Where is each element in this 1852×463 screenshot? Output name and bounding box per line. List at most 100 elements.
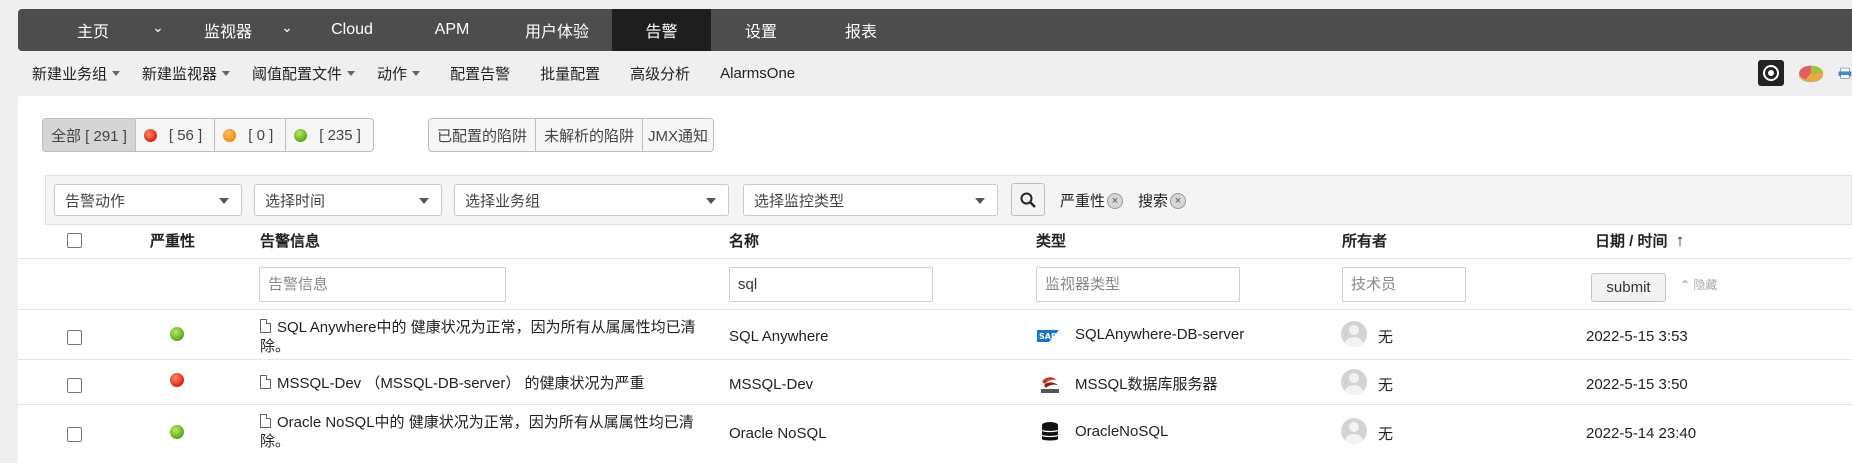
nav-monitors-chevron-down-icon[interactable]: ⌄	[272, 9, 302, 51]
monitor-type-select[interactable]: 选择监控类型	[743, 184, 998, 216]
table-row[interactable]: SQL Anywhere中的 健康状况为正常，因为所有从属属性均已清 除。 SQ…	[18, 309, 1852, 359]
nav-settings[interactable]: 设置	[711, 9, 811, 51]
monitor-name-link[interactable]: MSSQL-Dev	[729, 376, 813, 393]
remove-search-icon[interactable]: ×	[1170, 192, 1187, 209]
threshold-profile-menu[interactable]: 阈值配置文件	[252, 63, 356, 84]
configured-traps-button[interactable]: 已配置的陷阱	[429, 119, 537, 151]
time-select[interactable]: 选择时间	[254, 184, 442, 216]
table-row[interactable]: Oracle NoSQL中的 健康状况为正常，因为所有从属属性均已清 除。 Or…	[18, 404, 1852, 463]
alarm-action-select[interactable]: 告警动作	[54, 184, 242, 216]
new-monitor-menu[interactable]: 新建监视器	[142, 63, 231, 84]
col-owner-header[interactable]: 所有者	[1342, 230, 1387, 251]
actions-menu[interactable]: 动作	[377, 63, 421, 84]
search-icon	[1020, 192, 1036, 208]
configure-alarms-link[interactable]: 配置告警	[450, 63, 510, 84]
clear-severity-icon	[170, 327, 184, 341]
col-message-header[interactable]: 告警信息	[260, 230, 320, 251]
filter-row-divider	[18, 258, 1852, 259]
monitor-type-text: MSSQL数据库服务器	[1075, 376, 1218, 393]
nav-reports[interactable]: 报表	[811, 9, 911, 51]
monitor-name-link[interactable]: Oracle NoSQL	[729, 425, 827, 442]
warning-status-icon	[223, 128, 237, 142]
owner-text: 无	[1378, 377, 1394, 394]
table-row[interactable]: MSSQL-Dev （MSSQL-DB-server） 的健康状况为严重 MSS…	[18, 359, 1852, 404]
trap-tabs-group: 已配置的陷阱 未解析的陷阱 JMX通知	[428, 118, 715, 152]
document-icon	[260, 319, 271, 333]
select-all-checkbox[interactable]	[67, 233, 82, 248]
printer-icon[interactable]	[1838, 60, 1852, 86]
dropdown-arrow-icon	[222, 70, 231, 76]
filter-clear-button[interactable]: [ 235 ]	[286, 119, 373, 151]
nav-user-experience[interactable]: 用户体验	[502, 9, 612, 51]
bulk-config-link[interactable]: 批量配置	[540, 63, 600, 84]
owner-text: 无	[1378, 329, 1394, 346]
nav-cloud[interactable]: Cloud	[302, 9, 402, 51]
toolbar-icons	[1758, 60, 1852, 86]
search-filter-tag: 搜索 ×	[1138, 190, 1187, 211]
col-severity-header[interactable]: 严重性	[150, 230, 195, 251]
alarm-message[interactable]: SQL Anywhere中的 健康状况为正常，因为所有从属属性均已清 除。	[260, 318, 720, 356]
dropdown-arrow-icon	[975, 198, 985, 204]
owner-filter-input[interactable]	[1342, 267, 1466, 302]
document-icon	[260, 414, 271, 428]
dropdown-arrow-icon	[347, 70, 356, 76]
nav-home-chevron-down-icon[interactable]: ⌄	[148, 9, 168, 51]
name-filter-input[interactable]	[729, 267, 933, 302]
dropdown-arrow-icon	[412, 70, 421, 76]
business-group-select[interactable]: 选择业务组	[454, 184, 729, 216]
filter-warning-button[interactable]: [ 0 ]	[215, 119, 287, 151]
row-checkbox[interactable]	[67, 330, 82, 345]
owner-text: 无	[1378, 426, 1394, 443]
monitor-name-link[interactable]: SQL Anywhere	[729, 328, 829, 345]
database-icon	[1041, 421, 1063, 441]
datetime-text: 2022-5-14 23:40	[1586, 425, 1697, 442]
alarm-message[interactable]: MSSQL-Dev （MSSQL-DB-server） 的健康状况为严重	[260, 372, 720, 393]
clear-severity-icon	[170, 425, 184, 439]
alarmsone-link[interactable]: AlarmsOne	[720, 65, 795, 82]
critical-status-icon	[143, 128, 157, 142]
collapse-up-icon: ⌃	[1680, 278, 1691, 292]
camera-icon[interactable]	[1758, 60, 1784, 86]
svg-text:SAP: SAP	[1039, 332, 1057, 341]
jmx-notifications-button[interactable]: JMX通知	[643, 119, 713, 151]
dropdown-arrow-icon	[419, 198, 429, 204]
filter-all-button[interactable]: 全部 [ 291 ]	[43, 119, 136, 151]
alarm-message[interactable]: Oracle NoSQL中的 健康状况为正常，因为所有从属属性均已清 除。	[260, 413, 720, 451]
submit-button[interactable]: submit	[1591, 273, 1666, 302]
sort-ascending-icon: ↑	[1675, 231, 1685, 250]
col-datetime-header[interactable]: 日期 / 时间 ↑	[1595, 230, 1684, 251]
nav-alarms[interactable]: 告警	[612, 9, 711, 51]
new-business-group-menu[interactable]: 新建业务组	[32, 63, 121, 84]
unresolved-traps-button[interactable]: 未解析的陷阱	[536, 119, 644, 151]
top-nav-bar: 主页 ⌄ 监视器 ⌄ Cloud APM 用户体验 告警 设置 报表	[18, 9, 1852, 51]
search-button[interactable]	[1011, 183, 1045, 216]
alarms-panel: 全部 [ 291 ] [ 56 ] [ 0 ] [ 235 ] 已配置的陷阱 未…	[18, 96, 1852, 463]
filter-bar: 告警动作 选择时间 选择业务组 选择监控类型 严重性 × 搜索 ×	[45, 175, 1852, 225]
nav-apm[interactable]: APM	[402, 9, 502, 51]
advanced-analytics-link[interactable]: 高级分析	[630, 63, 690, 84]
filter-critical-button[interactable]: [ 56 ]	[136, 119, 216, 151]
hide-filters-link[interactable]: ⌃ 隐藏	[1680, 276, 1717, 293]
monitor-type-text: SQLAnywhere-DB-server	[1075, 326, 1245, 343]
sub-nav-bar: 新建业务组 新建监视器 阈值配置文件 动作 配置告警 批量配置 高级分析 Ala…	[0, 51, 1852, 95]
remove-severity-icon[interactable]: ×	[1107, 192, 1124, 209]
sql-server-icon	[1039, 374, 1061, 393]
col-type-header[interactable]: 类型	[1036, 230, 1066, 251]
col-name-header[interactable]: 名称	[729, 230, 759, 251]
row-checkbox[interactable]	[67, 427, 82, 442]
type-filter-input[interactable]	[1036, 267, 1240, 302]
dropdown-arrow-icon	[219, 198, 229, 204]
dropdown-arrow-icon	[706, 198, 716, 204]
avatar	[1341, 418, 1367, 444]
avatar	[1341, 321, 1367, 347]
message-filter-input[interactable]	[259, 267, 506, 302]
document-icon	[260, 375, 271, 389]
row-checkbox[interactable]	[67, 378, 82, 393]
monitor-type-text: OracleNoSQL	[1075, 423, 1169, 440]
nav-home[interactable]: 主页	[18, 9, 168, 51]
critical-severity-icon	[170, 373, 184, 387]
severity-filter-tag: 严重性 ×	[1060, 190, 1124, 211]
nav-monitors[interactable]: 监视器	[168, 9, 288, 51]
pie-chart-icon[interactable]	[1798, 60, 1824, 86]
dropdown-arrow-icon	[112, 70, 121, 76]
